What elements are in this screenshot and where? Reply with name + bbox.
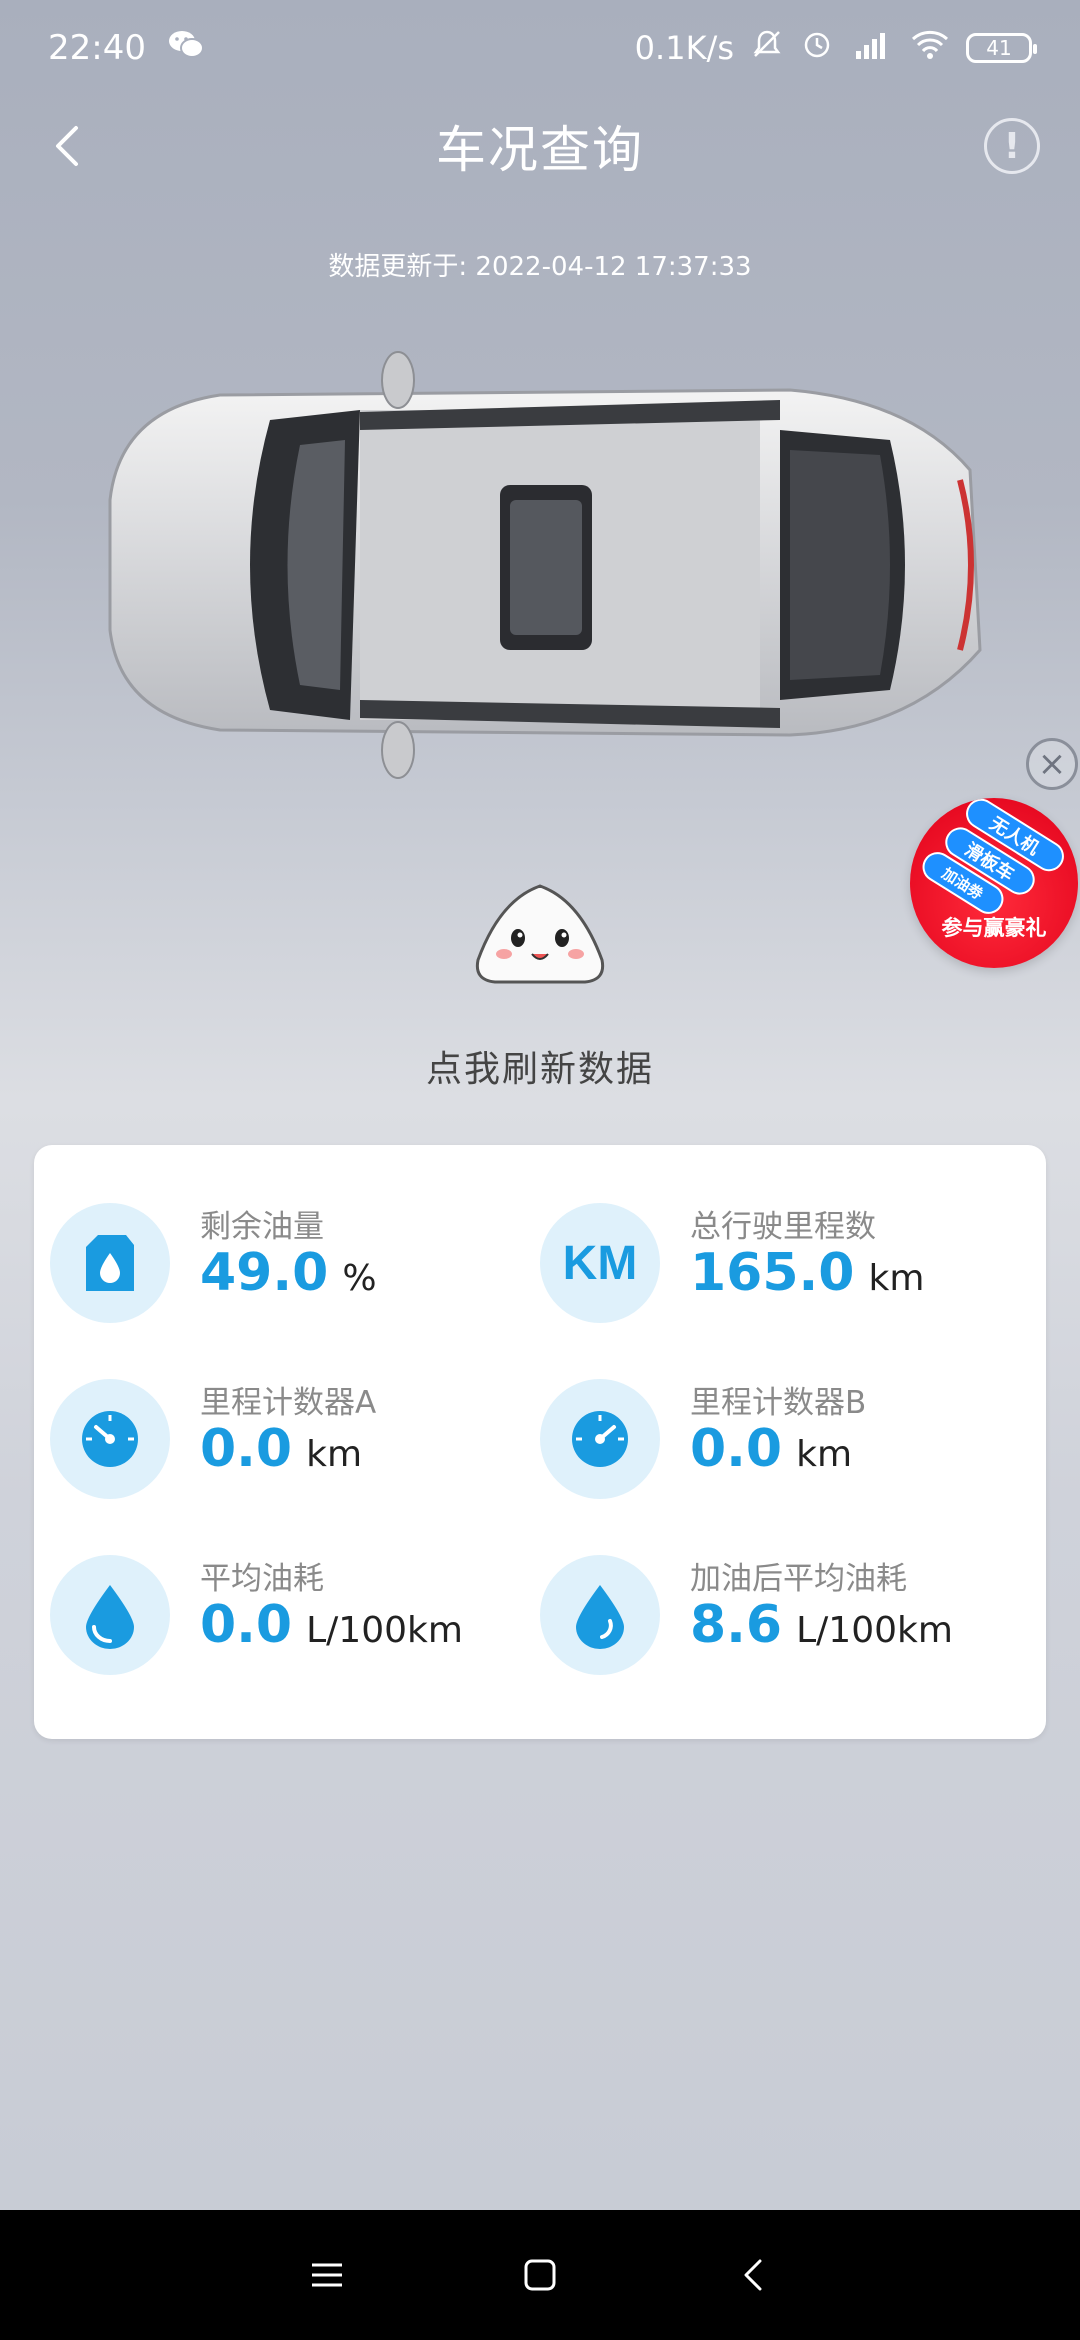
- menu-icon[interactable]: [297, 2245, 357, 2305]
- speedometer-icon: [50, 1379, 170, 1499]
- info-glyph: !: [1003, 125, 1021, 167]
- metric-avg-fuel-after-refuel: 加油后平均油耗 8.6 L/100km: [524, 1547, 1004, 1677]
- drop-icon: [540, 1555, 660, 1675]
- metric-unit: L/100km: [306, 1610, 463, 1651]
- metric-value-row: 165.0 km: [690, 1243, 924, 1303]
- metric-label: 加油后平均油耗: [690, 1561, 907, 1597]
- system-nav-bar: [0, 2210, 1080, 2340]
- hd-signal-icon: [850, 27, 894, 69]
- status-time: 22:40: [48, 28, 146, 68]
- metric-value-row: 0.0 L/100km: [200, 1595, 463, 1655]
- metric-value: 49.0: [200, 1243, 329, 1303]
- mascot-refresh-icon[interactable]: [470, 880, 610, 990]
- info-icon[interactable]: !: [984, 118, 1040, 174]
- metric-label: 平均油耗: [200, 1561, 324, 1597]
- wechat-icon: [168, 28, 204, 68]
- speedometer-icon: [540, 1379, 660, 1499]
- metric-unit: %: [342, 1258, 377, 1299]
- status-bar: 22:40 0.1K/s 41: [0, 0, 1080, 96]
- promo-text: 参与赢豪礼: [941, 916, 1047, 940]
- metric-label: 里程计数器B: [690, 1385, 867, 1421]
- metric-trip-a: 里程计数器A 0.0 km: [34, 1371, 514, 1501]
- battery-level: 41: [986, 36, 1012, 60]
- battery-icon: 41: [966, 33, 1037, 63]
- mute-icon: [750, 27, 784, 69]
- metric-unit: L/100km: [796, 1610, 953, 1651]
- metric-label: 剩余油量: [200, 1209, 324, 1245]
- fuel-tank-icon: [50, 1203, 170, 1323]
- metric-unit: km: [306, 1434, 363, 1475]
- drop-icon: [50, 1555, 170, 1675]
- refresh-button[interactable]: 点我刷新数据: [0, 1040, 1080, 1092]
- ad-close-button[interactable]: ×: [1026, 738, 1078, 790]
- metric-fuel-remaining: 剩余油量 49.0 %: [34, 1195, 514, 1325]
- network-speed: 0.1K/s: [634, 29, 734, 67]
- metric-value: 0.0: [690, 1419, 783, 1479]
- km-icon: KM: [540, 1203, 660, 1323]
- status-right: 0.1K/s 41: [634, 27, 1037, 69]
- metric-trip-b: 里程计数器B 0.0 km: [524, 1371, 1004, 1501]
- metric-value: 165.0: [690, 1243, 855, 1303]
- header: 车况查询 !: [0, 96, 1080, 196]
- metric-total-mileage: KM 总行驶里程数 165.0 km: [524, 1195, 1004, 1325]
- home-icon[interactable]: [510, 2245, 570, 2305]
- metric-value: 0.0: [200, 1595, 293, 1655]
- metric-value-row: 0.0 km: [690, 1419, 852, 1479]
- metric-avg-fuel: 平均油耗 0.0 L/100km: [34, 1547, 514, 1677]
- metric-label: 总行驶里程数: [690, 1209, 876, 1245]
- metric-value-row: 8.6 L/100km: [690, 1595, 953, 1655]
- close-icon: ×: [1037, 744, 1067, 784]
- update-time: 数据更新于: 2022-04-12 17:37:33: [328, 252, 752, 282]
- back-icon[interactable]: [723, 2245, 783, 2305]
- alarm-icon: [800, 27, 834, 69]
- chevron-left-icon[interactable]: [40, 116, 100, 176]
- km-icon-text: KM: [562, 1236, 638, 1290]
- metric-value: 8.6: [690, 1595, 783, 1655]
- wifi-icon: [910, 28, 950, 68]
- metric-value-row: 49.0 %: [200, 1243, 377, 1303]
- metric-value: 0.0: [200, 1419, 293, 1479]
- metric-value-row: 0.0 km: [200, 1419, 362, 1479]
- status-left: 22:40: [48, 28, 204, 68]
- promo-badge[interactable]: 无人机 滑板车 加油劵 参与赢豪礼: [910, 798, 1078, 968]
- car-image: [90, 350, 990, 780]
- metrics-card: 剩余油量 49.0 % KM 总行驶里程数 165.0 km 里程计数器A 0.…: [34, 1145, 1046, 1739]
- metric-unit: km: [868, 1258, 925, 1299]
- metric-unit: km: [796, 1434, 853, 1475]
- page-title: 车况查询: [436, 121, 644, 179]
- metric-label: 里程计数器A: [200, 1385, 377, 1421]
